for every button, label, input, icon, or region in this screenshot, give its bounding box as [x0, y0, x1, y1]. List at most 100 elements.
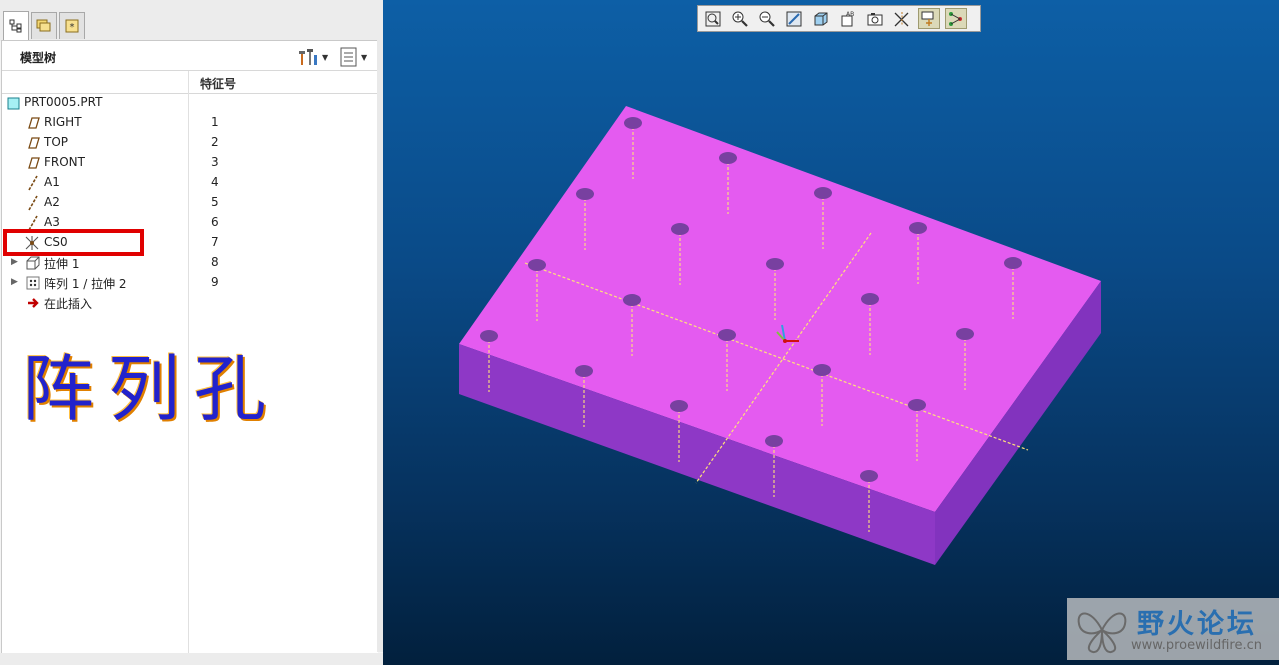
extrude-icon [26, 256, 40, 270]
shading-icon [814, 12, 828, 25]
tree-row-top[interactable]: TOP 2 [2, 133, 378, 153]
hole[interactable] [718, 329, 736, 341]
spin-center-icon [921, 11, 934, 26]
hole[interactable] [528, 259, 546, 271]
zoom-in-icon [732, 11, 748, 27]
tree-icon [9, 19, 22, 33]
hole[interactable] [766, 258, 784, 270]
tree-row-label: A2 [44, 195, 60, 209]
folder-browser-tab[interactable] [31, 12, 57, 39]
tree-row-label: TOP [44, 135, 69, 149]
hole[interactable] [956, 328, 974, 340]
tree-row-front[interactable]: FRONT 3 [2, 153, 378, 173]
list-icon [340, 47, 357, 67]
panel-footer [0, 653, 383, 665]
chevron-down-icon: ▼ [361, 52, 368, 62]
hole[interactable] [624, 117, 642, 129]
tree-row-a2[interactable]: A2 5 [2, 193, 378, 213]
graphics-viewport[interactable]: AB 野火论坛 www.proewildfire.cn [383, 0, 1279, 665]
view-toolbar: AB [697, 5, 981, 32]
tree-settings-button[interactable]: ▼ [297, 46, 331, 68]
navigator-panel: * 模型树 ▼ ▼ 特征号 PRT0005.PRT RIGHT 1 TOP 2 … [0, 0, 383, 665]
hole[interactable] [909, 222, 927, 234]
model-tree-tab[interactable] [3, 11, 29, 40]
tree-row-label: 阵列 1 / 拉伸 2 [44, 277, 127, 291]
tree-show-button[interactable]: ▼ [340, 46, 376, 68]
pattern-icon [26, 276, 40, 290]
datum-display-button[interactable] [891, 8, 913, 29]
zoom-out-button[interactable] [756, 8, 778, 29]
hole[interactable] [719, 152, 737, 164]
datum-axis-icon [28, 175, 38, 191]
tree-row-part[interactable]: PRT0005.PRT [2, 93, 378, 113]
repaint-button[interactable] [783, 8, 805, 29]
hole[interactable] [765, 435, 783, 447]
refit-icon [705, 11, 721, 26]
folders-icon [36, 19, 51, 32]
watermark: 野火论坛 www.proewildfire.cn [1067, 598, 1279, 660]
hole[interactable] [860, 470, 878, 482]
hole[interactable] [670, 400, 688, 412]
shading-button[interactable] [810, 8, 832, 29]
tree-row-extrude-1[interactable]: ▶ 拉伸 1 8 [2, 253, 378, 273]
column-feature-number[interactable]: 特征号 [200, 75, 236, 92]
watermark-url: www.proewildfire.cn [1131, 638, 1262, 653]
feature-number: 4 [211, 175, 219, 189]
hole[interactable] [671, 223, 689, 235]
repaint-icon [786, 11, 802, 26]
svg-text:AB: AB [846, 11, 854, 18]
butterfly-logo-icon [1077, 612, 1127, 654]
hole[interactable] [813, 364, 831, 376]
datum-plane-icon [28, 137, 40, 149]
annotation-display-button[interactable] [945, 8, 967, 29]
refit-button[interactable] [702, 8, 724, 29]
tree-row-label: A3 [44, 215, 60, 229]
tree-row-label: A1 [44, 175, 60, 189]
annotation-text: 阵列孔 [22, 347, 281, 431]
hole[interactable] [861, 293, 879, 305]
favorites-tab[interactable]: * [59, 12, 85, 39]
part-model[interactable] [383, 0, 1279, 665]
tree-row-label: 在此插入 [44, 297, 93, 311]
datum-plane-icon [28, 157, 40, 169]
spin-center-button[interactable] [918, 8, 940, 29]
tree-row-label: FRONT [44, 155, 85, 169]
tree-row-a1[interactable]: A1 4 [2, 173, 378, 193]
hole[interactable] [623, 294, 641, 306]
part-icon [7, 97, 20, 110]
svg-text:*: * [70, 22, 75, 33]
tree-row-right[interactable]: RIGHT 1 [2, 113, 378, 133]
watermark-title: 野火论坛 [1137, 609, 1257, 640]
tree-row-label: 拉伸 1 [44, 257, 80, 271]
hole[interactable] [480, 330, 498, 342]
hole[interactable] [576, 188, 594, 200]
model-tree-title: 模型树 [20, 51, 57, 65]
feature-number: 3 [211, 155, 219, 169]
highlight-box [3, 229, 144, 256]
expand-arrow-icon[interactable]: ▶ [11, 257, 18, 267]
view-manager-button[interactable] [864, 8, 886, 29]
hole[interactable] [1004, 257, 1022, 269]
tree-row-label: PRT0005.PRT [24, 95, 103, 109]
datum-display-icon [894, 11, 909, 26]
feature-number: 1 [211, 115, 219, 129]
annotation-display-icon [949, 11, 962, 26]
hole[interactable] [814, 187, 832, 199]
feature-number: 9 [211, 275, 219, 289]
feature-number: 2 [211, 135, 219, 149]
hole[interactable] [908, 399, 926, 411]
zoom-in-button[interactable] [729, 8, 751, 29]
datum-axis-icon [28, 195, 38, 211]
saved-views-icon: AB [841, 11, 854, 26]
insert-here-arrow-icon [28, 298, 39, 308]
tree-row-insert-here[interactable]: 在此插入 [2, 293, 378, 313]
feature-number: 5 [211, 195, 219, 209]
expand-arrow-icon[interactable]: ▶ [11, 277, 18, 287]
saved-views-button[interactable]: AB [837, 8, 859, 29]
feature-number: 7 [211, 235, 219, 249]
feature-number: 8 [211, 255, 219, 269]
hole[interactable] [575, 365, 593, 377]
tree-row-pattern-1[interactable]: ▶ 阵列 1 / 拉伸 2 9 [2, 273, 378, 293]
star-icon: * [65, 19, 79, 33]
view-manager-icon [867, 12, 883, 25]
